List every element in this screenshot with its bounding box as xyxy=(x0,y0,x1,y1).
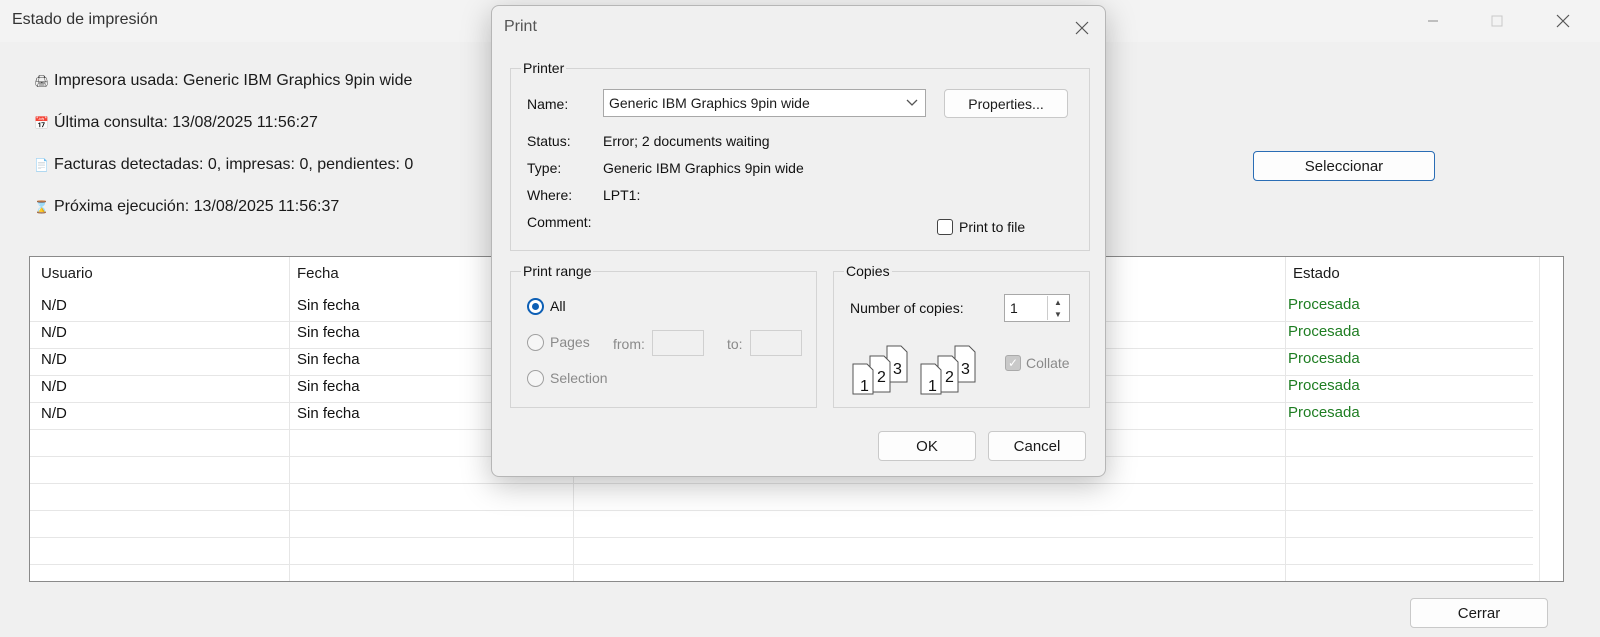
where-label: Where: xyxy=(527,187,573,203)
column-header-date[interactable]: Fecha xyxy=(297,265,339,282)
range-selection-radio[interactable] xyxy=(527,370,544,387)
range-pages-label[interactable]: Pages xyxy=(550,334,590,350)
select-printer-button[interactable]: Seleccionar xyxy=(1253,151,1435,181)
range-all-radio[interactable] xyxy=(527,298,544,315)
cancel-button[interactable]: Cancel xyxy=(988,431,1086,461)
row-divider xyxy=(30,537,1533,538)
last-check-line: 📅 Última consulta: 13/08/2025 11:56:27 xyxy=(34,114,318,132)
range-selection-label[interactable]: Selection xyxy=(550,370,608,386)
cell-status: Procesada xyxy=(1288,350,1360,367)
cell-user: N/D xyxy=(41,297,67,314)
copies-group: Copies Number of copies: 1 ▲ ▼ 3 2 1 3 2… xyxy=(833,263,1090,408)
printer-used-line: 🖨 Impresora usada: Generic IBM Graphics 9… xyxy=(34,72,412,90)
cell-status: Procesada xyxy=(1288,404,1360,421)
svg-text:3: 3 xyxy=(961,361,970,378)
close-window-button[interactable] xyxy=(1540,6,1586,36)
cell-status: Procesada xyxy=(1288,323,1360,340)
where-value: LPT1: xyxy=(603,187,641,203)
ok-button[interactable]: OK xyxy=(878,431,976,461)
collate-pages-icon: 3 2 1 xyxy=(920,345,976,395)
close-icon xyxy=(1075,21,1089,35)
cell-date: Sin fecha xyxy=(297,351,360,368)
cell-date: Sin fecha xyxy=(297,324,360,341)
cell-user: N/D xyxy=(41,405,67,422)
invoices-line: 📄 Facturas detectadas: 0, impresas: 0, pe… xyxy=(34,156,413,174)
last-check-text: Última consulta: 13/08/2025 11:56:27 xyxy=(54,114,318,131)
status-value: Error; 2 documents waiting xyxy=(603,133,770,149)
close-button[interactable]: Cerrar xyxy=(1410,598,1548,628)
type-value: Generic IBM Graphics 9pin wide xyxy=(603,160,804,176)
row-divider xyxy=(30,483,1533,484)
column-header-user[interactable]: Usuario xyxy=(41,265,93,282)
svg-text:2: 2 xyxy=(877,369,886,386)
row-divider xyxy=(30,510,1533,511)
cell-date: Sin fecha xyxy=(297,297,360,314)
stepper-arrows[interactable]: ▲ ▼ xyxy=(1047,296,1068,320)
svg-text:1: 1 xyxy=(860,378,869,395)
chevron-down-icon xyxy=(905,95,919,114)
cell-status: Procesada xyxy=(1288,377,1360,394)
next-run-line: ⌛ Próxima ejecución: 13/08/2025 11:56:37 xyxy=(34,198,339,216)
maximize-button[interactable] xyxy=(1474,6,1520,36)
hourglass-icon: ⌛ xyxy=(34,200,49,214)
range-all-label[interactable]: All xyxy=(550,298,566,314)
to-label: to: xyxy=(727,336,743,352)
cell-user: N/D xyxy=(41,351,67,368)
invoices-text: Facturas detectadas: 0, impresas: 0, pen… xyxy=(54,156,414,173)
from-page-input[interactable] xyxy=(652,330,704,356)
status-label: Status: xyxy=(527,133,571,149)
comment-label: Comment: xyxy=(527,214,592,230)
calendar-icon: 📅 xyxy=(34,116,49,130)
document-icon: 📄 xyxy=(34,158,49,172)
row-divider xyxy=(30,564,1533,565)
print-to-file-label[interactable]: Print to file xyxy=(959,219,1025,235)
copies-group-label: Copies xyxy=(844,263,892,279)
maximize-icon xyxy=(1491,15,1503,27)
column-divider xyxy=(1539,257,1540,581)
cell-user: N/D xyxy=(41,378,67,395)
svg-text:3: 3 xyxy=(893,361,902,378)
column-divider xyxy=(289,257,290,581)
collate-pages-icon: 3 2 1 xyxy=(852,345,908,395)
range-pages-radio[interactable] xyxy=(527,334,544,351)
minimize-button[interactable] xyxy=(1410,6,1456,36)
print-to-file-checkbox[interactable] xyxy=(937,219,953,235)
cell-date: Sin fecha xyxy=(297,405,360,422)
printer-name-value: Generic IBM Graphics 9pin wide xyxy=(609,95,810,111)
close-icon xyxy=(1556,14,1570,28)
collate-label[interactable]: Collate xyxy=(1026,355,1070,371)
collate-checkbox[interactable]: ✓ xyxy=(1005,355,1021,371)
copies-stepper[interactable]: 1 ▲ ▼ xyxy=(1004,294,1070,322)
dialog-title: Print xyxy=(504,18,537,35)
from-label: from: xyxy=(613,336,645,352)
copies-value: 1 xyxy=(1010,300,1018,316)
name-label: Name: xyxy=(527,96,569,112)
to-page-input[interactable] xyxy=(750,330,802,356)
cell-user: N/D xyxy=(41,324,67,341)
print-range-group: Print range All Pages from: to: Selectio… xyxy=(510,263,817,408)
minimize-icon xyxy=(1428,20,1438,22)
print-dialog: Print Printer Name: Generic IBM Graphics… xyxy=(491,5,1106,477)
column-divider xyxy=(1285,257,1286,581)
svg-text:1: 1 xyxy=(928,378,937,395)
printer-name-select[interactable]: Generic IBM Graphics 9pin wide xyxy=(603,89,926,117)
chevron-down-icon[interactable]: ▼ xyxy=(1054,310,1062,319)
cell-status: Procesada xyxy=(1288,296,1360,313)
window-title: Estado de impresión xyxy=(12,11,158,28)
properties-button[interactable]: Properties... xyxy=(944,89,1068,118)
type-label: Type: xyxy=(527,160,562,176)
printer-group-label: Printer xyxy=(521,60,567,76)
printer-icon: 🖨 xyxy=(34,74,50,88)
printer-group: Printer Name: Generic IBM Graphics 9pin … xyxy=(510,60,1090,251)
cell-date: Sin fecha xyxy=(297,378,360,395)
print-range-label: Print range xyxy=(521,263,594,279)
dialog-close-button[interactable] xyxy=(1070,16,1094,40)
svg-text:2: 2 xyxy=(945,369,954,386)
printer-used-text: Impresora usada: Generic IBM Graphics 9p… xyxy=(54,72,413,89)
next-run-text: Próxima ejecución: 13/08/2025 11:56:37 xyxy=(54,198,340,215)
copies-label: Number of copies: xyxy=(850,300,964,316)
column-header-status[interactable]: Estado xyxy=(1293,265,1340,282)
chevron-up-icon[interactable]: ▲ xyxy=(1054,298,1062,307)
